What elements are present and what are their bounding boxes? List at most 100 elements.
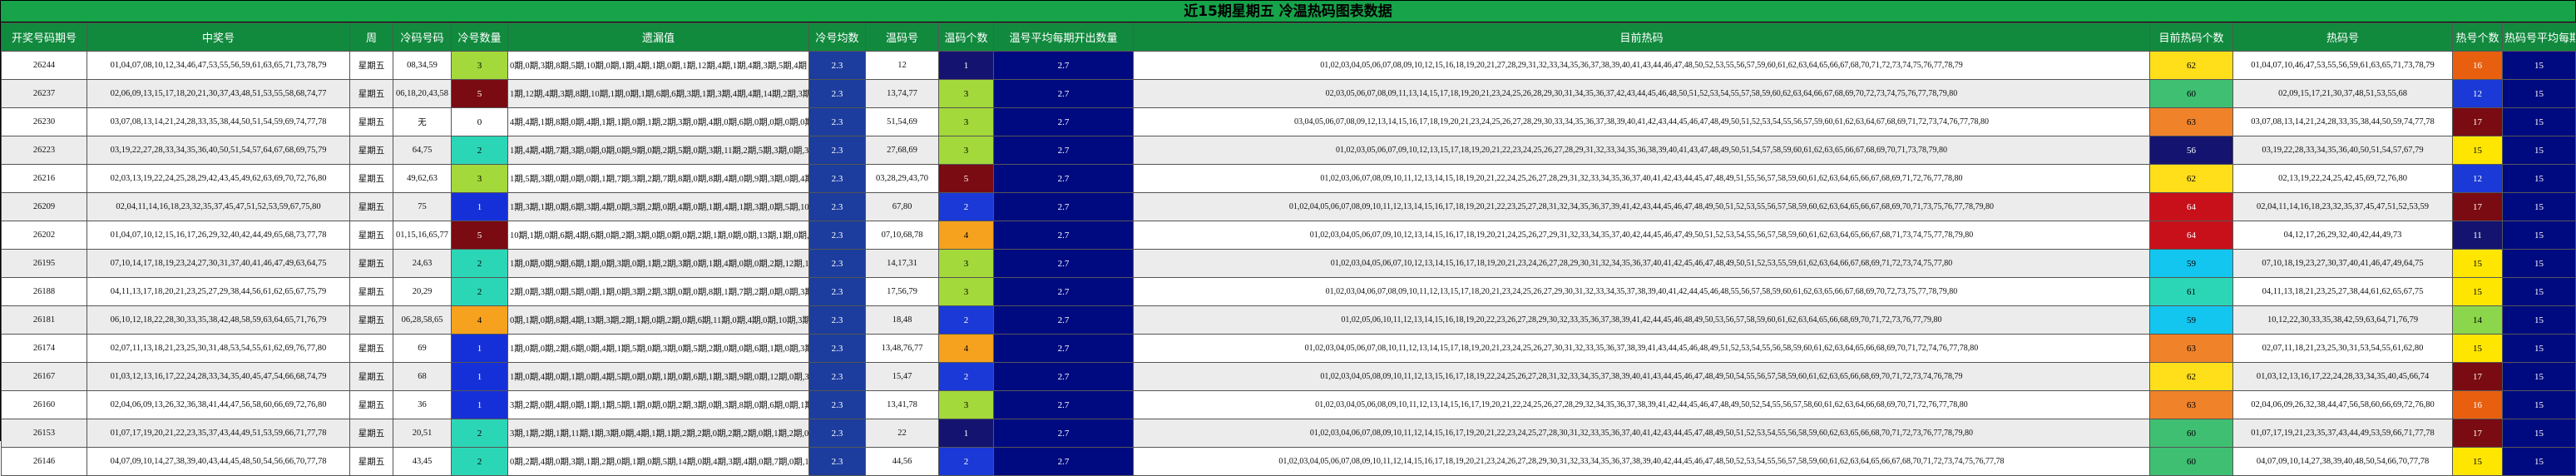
table-row: 26195 07,10,14,17,18,19,23,24,27,30,31,37…: [1, 249, 2576, 278]
cold-numbers-cell: 08,34,59: [393, 51, 452, 80]
miss-values-cell: 3期,2期,0期,4期,0期,1期,1期,5期,1期,0期,0期,2期,3期,0…: [507, 390, 809, 419]
hot-numbers-cell: 01,02,03,04,06,07,08,09,10,11,12,14,15,1…: [1133, 419, 2150, 448]
hot-count-cell: 64: [2149, 221, 2233, 250]
hot-numbers-cell: 01,02,03,05,06,07,09,10,12,13,15,17,18,1…: [1133, 136, 2150, 165]
table-row: 26153 01,07,17,19,20,21,22,23,35,37,43,44…: [1, 419, 2576, 448]
hot-average-cell: 15: [2502, 419, 2576, 448]
weekday-cell: 星期五: [349, 447, 393, 476]
warm-numbers-cell: 17,56,79: [865, 277, 939, 306]
period-cell: 26188: [1, 277, 87, 306]
hot-numbers-cell: 01,02,03,04,05,08,09,10,11,12,13,15,16,1…: [1133, 362, 2150, 391]
warm-average-cell: 2.7: [993, 390, 1134, 419]
warm-count-cell: 4: [938, 221, 994, 250]
miss-values-cell: 1期,0期,4期,0期,1期,0期,4期,5期,0期,0期,1期,0期,6期,1…: [507, 362, 809, 391]
warm-numbers-cell: 13,41,78: [865, 390, 939, 419]
table-row: 26216 02,03,13,19,22,24,25,28,29,42,43,45…: [1, 164, 2576, 193]
winning-numbers-cell: 01,04,07,10,12,15,16,17,26,29,32,40,42,4…: [87, 221, 350, 250]
hot-picks-header: 热码号: [2232, 22, 2453, 52]
cold-average-cell: 2.3: [808, 390, 866, 419]
warm-numbers-header: 温码号: [865, 22, 939, 52]
hot-average-cell: 15: [2502, 164, 2576, 193]
hot-average-cell: 15: [2502, 79, 2576, 108]
period-cell: 26195: [1, 249, 87, 278]
cold-average-cell: 2.3: [808, 305, 866, 335]
period-cell: 26202: [1, 221, 87, 250]
hot-picks-count-cell: 15: [2452, 447, 2503, 476]
period-cell: 26146: [1, 447, 87, 476]
period-cell: 26153: [1, 419, 87, 448]
hot-average-cell: 15: [2502, 277, 2576, 306]
cold-count-cell: 1: [451, 362, 508, 391]
cold-average-cell: 2.3: [808, 107, 866, 136]
cold-numbers-cell: 68: [393, 362, 452, 391]
hot-average-cell: 15: [2502, 51, 2576, 80]
winning-numbers-cell: 01,03,12,13,16,17,22,24,28,33,34,35,40,4…: [87, 362, 350, 391]
weekday-cell: 星期五: [349, 305, 393, 335]
warm-numbers-cell: 44,56: [865, 447, 939, 476]
warm-count-cell: 2: [938, 447, 994, 476]
weekday-cell: 星期五: [349, 419, 393, 448]
cold-numbers-cell: 06,28,58,65: [393, 305, 452, 335]
period-cell: 26167: [1, 362, 87, 391]
cold-numbers-cell: 69: [393, 334, 452, 363]
miss-values-cell: 1期,3期,1期,0期,6期,3期,4期,0期,3期,2期,0期,4期,0期,1…: [507, 192, 809, 221]
hot-count-cell: 61: [2149, 277, 2233, 306]
hot-picks-count-cell: 15: [2452, 277, 2503, 306]
table-row: 26230 03,07,08,13,14,21,24,28,33,35,38,44…: [1, 107, 2576, 136]
miss-values-cell: 10期,1期,0期,6期,4期,6期,0期,2期,3期,0期,0期,0期,2期,…: [507, 221, 809, 250]
cold-average-cell: 2.3: [808, 192, 866, 221]
hot-picks-count-cell: 17: [2452, 192, 2503, 221]
winning-numbers-cell: 07,10,14,17,18,19,23,24,27,30,31,37,40,4…: [87, 249, 350, 278]
warm-numbers-cell: 07,10,68,78: [865, 221, 939, 250]
table-row: 26237 02,06,09,13,15,17,18,20,21,30,37,43…: [1, 79, 2576, 108]
weekday-cell: 星期五: [349, 136, 393, 165]
cold-numbers-cell: 43,45: [393, 447, 452, 476]
winning-numbers-cell: 03,19,22,27,28,33,34,35,36,40,50,51,54,5…: [87, 136, 350, 165]
hot-count-cell: 60: [2149, 419, 2233, 448]
cold-average-cell: 2.3: [808, 164, 866, 193]
period-cell: 26216: [1, 164, 87, 193]
hot-count-cell: 63: [2149, 334, 2233, 363]
hot-picks-cell: 03,19,22,28,33,34,35,36,40,50,51,54,57,6…: [2232, 136, 2453, 165]
cold-count-cell: 3: [451, 51, 508, 80]
hot-count-cell: 62: [2149, 362, 2233, 391]
hot-numbers-cell: 01,02,03,06,07,08,09,10,11,12,13,14,15,1…: [1133, 164, 2150, 193]
cold-numbers-cell: 06,18,20,43,58: [393, 79, 452, 108]
cold-numbers-cell: 36: [393, 390, 452, 419]
table-row: 26188 04,11,13,17,18,20,21,23,25,27,29,38…: [1, 277, 2576, 306]
hot-average-cell: 15: [2502, 390, 2576, 419]
warm-average-cell: 2.7: [993, 79, 1134, 108]
hot-picks-cell: 04,11,13,18,21,23,25,27,38,44,61,62,65,6…: [2232, 277, 2453, 306]
warm-average-cell: 2.7: [993, 192, 1134, 221]
weekday-cell: 星期五: [349, 79, 393, 108]
hot-numbers-cell: 01,02,05,06,10,11,12,13,14,15,16,18,19,2…: [1133, 305, 2150, 335]
table-row: 26146 04,07,09,10,14,27,38,39,40,43,44,45…: [1, 447, 2576, 476]
hot-count-cell: 64: [2149, 192, 2233, 221]
warm-count-cell: 3: [938, 136, 994, 165]
period-cell: 26174: [1, 334, 87, 363]
sheet-title: 近15期星期五 冷温热码图表数据: [1, 1, 2575, 22]
hot-count-cell: 56: [2149, 136, 2233, 165]
hot-count-cell: 59: [2149, 305, 2233, 335]
warm-average-cell: 2.7: [993, 277, 1134, 306]
winning-numbers-header: 中奖号: [87, 22, 350, 52]
warm-count-cell: 5: [938, 164, 994, 193]
warm-count-cell: 3: [938, 79, 994, 108]
weekday-cell: 星期五: [349, 362, 393, 391]
hot-picks-count-header: 热号个数: [2452, 22, 2503, 52]
winning-numbers-cell: 04,11,13,17,18,20,21,23,25,27,29,38,44,5…: [87, 277, 350, 306]
miss-values-cell: 1期,12期,4期,3期,8期,10期,1期,0期,1期,6期,6期,3期,1期…: [507, 79, 809, 108]
hot-numbers-cell: 03,04,05,06,07,08,09,12,13,14,15,16,17,1…: [1133, 107, 2150, 136]
hot-average-cell: 15: [2502, 305, 2576, 335]
hot-numbers-cell: 01,02,03,04,05,06,07,08,10,11,12,13,14,1…: [1133, 334, 2150, 363]
miss-values-cell: 1期,0期,0期,9期,6期,1期,0期,3期,0期,1期,2期,3期,0期,1…: [507, 249, 809, 278]
winning-numbers-cell: 01,07,17,19,20,21,22,23,35,37,43,44,49,5…: [87, 419, 350, 448]
hot-count-header: 目前热码个数: [2149, 22, 2233, 52]
hot-numbers-cell: 01,02,03,04,05,06,07,08,09,10,11,12,14,1…: [1133, 447, 2150, 476]
warm-numbers-cell: 18,48: [865, 305, 939, 335]
cold-count-cell: 1: [451, 334, 508, 363]
warm-numbers-cell: 15,47: [865, 362, 939, 391]
cold-average-cell: 2.3: [808, 334, 866, 363]
hot-picks-count-cell: 11: [2452, 221, 2503, 250]
hot-numbers-cell: 01,02,03,04,05,06,07,09,10,12,13,14,15,1…: [1133, 221, 2150, 250]
